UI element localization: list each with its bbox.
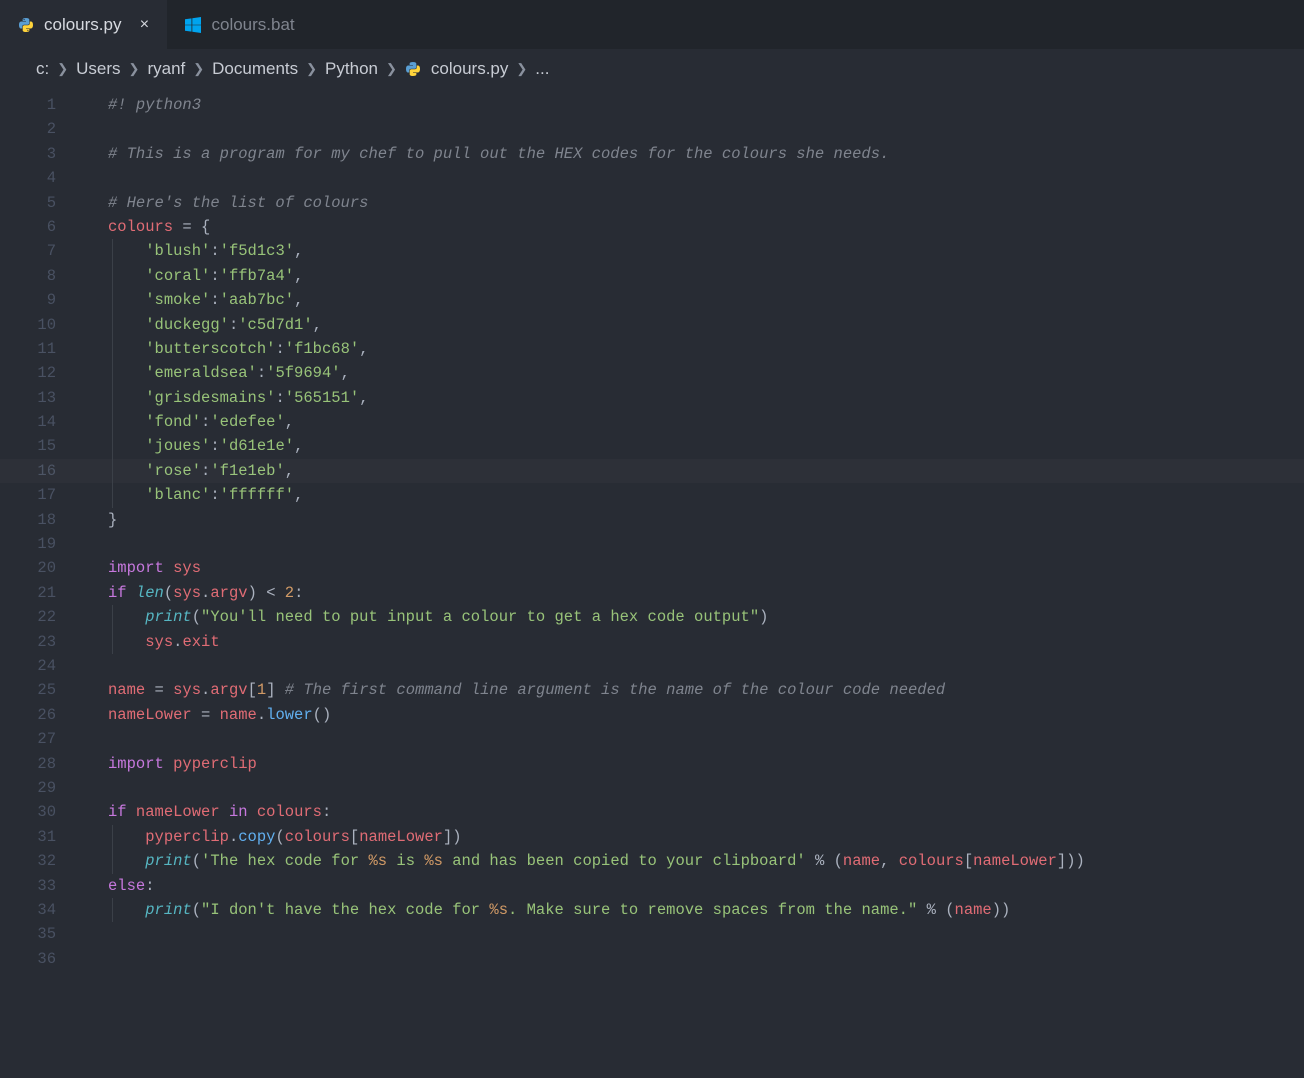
breadcrumb[interactable]: c: ❯ Users ❯ ryanf ❯ Documents ❯ Python … [0, 49, 1304, 89]
python-icon [18, 17, 34, 33]
tab-label: colours.py [44, 15, 121, 35]
code-line[interactable]: 'grisdesmains':'565151', [78, 386, 1304, 410]
breadcrumb-trail[interactable]: ... [535, 59, 549, 79]
line-number: 33 [0, 874, 56, 898]
code-line[interactable]: } [78, 508, 1304, 532]
line-number: 11 [0, 337, 56, 361]
line-number: 15 [0, 434, 56, 458]
line-number-gutter: 1234567891011121314151617181920212223242… [0, 89, 78, 1078]
chevron-right-icon: ❯ [129, 61, 140, 77]
code-line[interactable]: #! python3 [78, 93, 1304, 117]
tab-colours-bat[interactable]: colours.bat [167, 0, 308, 49]
code-line[interactable] [78, 727, 1304, 751]
chevron-right-icon: ❯ [386, 61, 397, 77]
tab-bar: colours.py × colours.bat [0, 0, 1304, 49]
code-line[interactable]: import pyperclip [78, 752, 1304, 776]
line-number: 14 [0, 410, 56, 434]
breadcrumb-segment[interactable]: ryanf [147, 59, 185, 79]
line-number: 36 [0, 947, 56, 971]
line-number: 34 [0, 898, 56, 922]
code-line[interactable]: 'blush':'f5d1c3', [78, 239, 1304, 263]
code-line[interactable]: pyperclip.copy(colours[nameLower]) [78, 825, 1304, 849]
code-line[interactable]: sys.exit [78, 630, 1304, 654]
line-number: 17 [0, 483, 56, 507]
tab-colours-py[interactable]: colours.py × [0, 0, 167, 49]
code-line[interactable]: nameLower = name.lower() [78, 703, 1304, 727]
line-number: 32 [0, 849, 56, 873]
line-number: 28 [0, 752, 56, 776]
code-line[interactable] [78, 776, 1304, 800]
line-number: 7 [0, 239, 56, 263]
line-number: 5 [0, 191, 56, 215]
close-icon[interactable]: × [135, 16, 153, 34]
code-line[interactable]: print('The hex code for %s is %s and has… [78, 849, 1304, 873]
windows-icon [185, 17, 201, 33]
code-line[interactable]: print("I don't have the hex code for %s.… [78, 898, 1304, 922]
line-number: 10 [0, 313, 56, 337]
code-line[interactable]: 'fond':'edefee', [78, 410, 1304, 434]
line-number: 35 [0, 922, 56, 946]
line-number: 25 [0, 678, 56, 702]
code-line[interactable] [78, 532, 1304, 556]
line-number: 24 [0, 654, 56, 678]
code-line[interactable] [78, 654, 1304, 678]
code-line[interactable] [78, 166, 1304, 190]
line-number: 26 [0, 703, 56, 727]
line-number: 16 [0, 459, 56, 483]
code-line[interactable]: 'joues':'d61e1e', [78, 434, 1304, 458]
line-number: 30 [0, 800, 56, 824]
breadcrumb-segment[interactable]: Python [325, 59, 378, 79]
code-line[interactable]: if len(sys.argv) < 2: [78, 581, 1304, 605]
line-number: 3 [0, 142, 56, 166]
code-line[interactable]: 'coral':'ffb7a4', [78, 264, 1304, 288]
line-number: 29 [0, 776, 56, 800]
code-line[interactable]: 'emeraldsea':'5f9694', [78, 361, 1304, 385]
code-line[interactable]: import sys [78, 556, 1304, 580]
code-area[interactable]: #! python3 # This is a program for my che… [78, 89, 1304, 1078]
code-line[interactable]: 'duckegg':'c5d7d1', [78, 313, 1304, 337]
chevron-right-icon: ❯ [516, 61, 527, 77]
code-line[interactable]: name = sys.argv[1] # The first command l… [78, 678, 1304, 702]
code-line[interactable]: 'blanc':'ffffff', [78, 483, 1304, 507]
line-number: 13 [0, 386, 56, 410]
code-line[interactable]: 'smoke':'aab7bc', [78, 288, 1304, 312]
python-icon [405, 61, 421, 77]
line-number: 27 [0, 727, 56, 751]
code-line[interactable]: # Here's the list of colours [78, 191, 1304, 215]
line-number: 9 [0, 288, 56, 312]
tab-label: colours.bat [211, 15, 294, 35]
breadcrumb-file[interactable]: colours.py [431, 59, 508, 79]
code-line[interactable]: else: [78, 874, 1304, 898]
code-line[interactable] [78, 117, 1304, 141]
code-line[interactable] [78, 947, 1304, 971]
breadcrumb-segment[interactable]: Users [76, 59, 120, 79]
line-number: 23 [0, 630, 56, 654]
code-editor[interactable]: 1234567891011121314151617181920212223242… [0, 89, 1304, 1078]
code-line[interactable]: if nameLower in colours: [78, 800, 1304, 824]
line-number: 4 [0, 166, 56, 190]
code-line[interactable]: print("You'll need to put input a colour… [78, 605, 1304, 629]
line-number: 1 [0, 93, 56, 117]
code-line[interactable]: 'rose':'f1e1eb', [78, 459, 1304, 483]
code-line[interactable]: 'butterscotch':'f1bc68', [78, 337, 1304, 361]
line-number: 12 [0, 361, 56, 385]
breadcrumb-segment[interactable]: Documents [212, 59, 298, 79]
line-number: 18 [0, 508, 56, 532]
line-number: 19 [0, 532, 56, 556]
code-line[interactable] [78, 922, 1304, 946]
line-number: 2 [0, 117, 56, 141]
chevron-right-icon: ❯ [193, 61, 204, 77]
code-line[interactable]: # This is a program for my chef to pull … [78, 142, 1304, 166]
line-number: 31 [0, 825, 56, 849]
chevron-right-icon: ❯ [306, 61, 317, 77]
breadcrumb-segment[interactable]: c: [36, 59, 49, 79]
line-number: 8 [0, 264, 56, 288]
chevron-right-icon: ❯ [57, 61, 68, 77]
line-number: 22 [0, 605, 56, 629]
line-number: 21 [0, 581, 56, 605]
code-line[interactable]: colours = { [78, 215, 1304, 239]
line-number: 6 [0, 215, 56, 239]
line-number: 20 [0, 556, 56, 580]
